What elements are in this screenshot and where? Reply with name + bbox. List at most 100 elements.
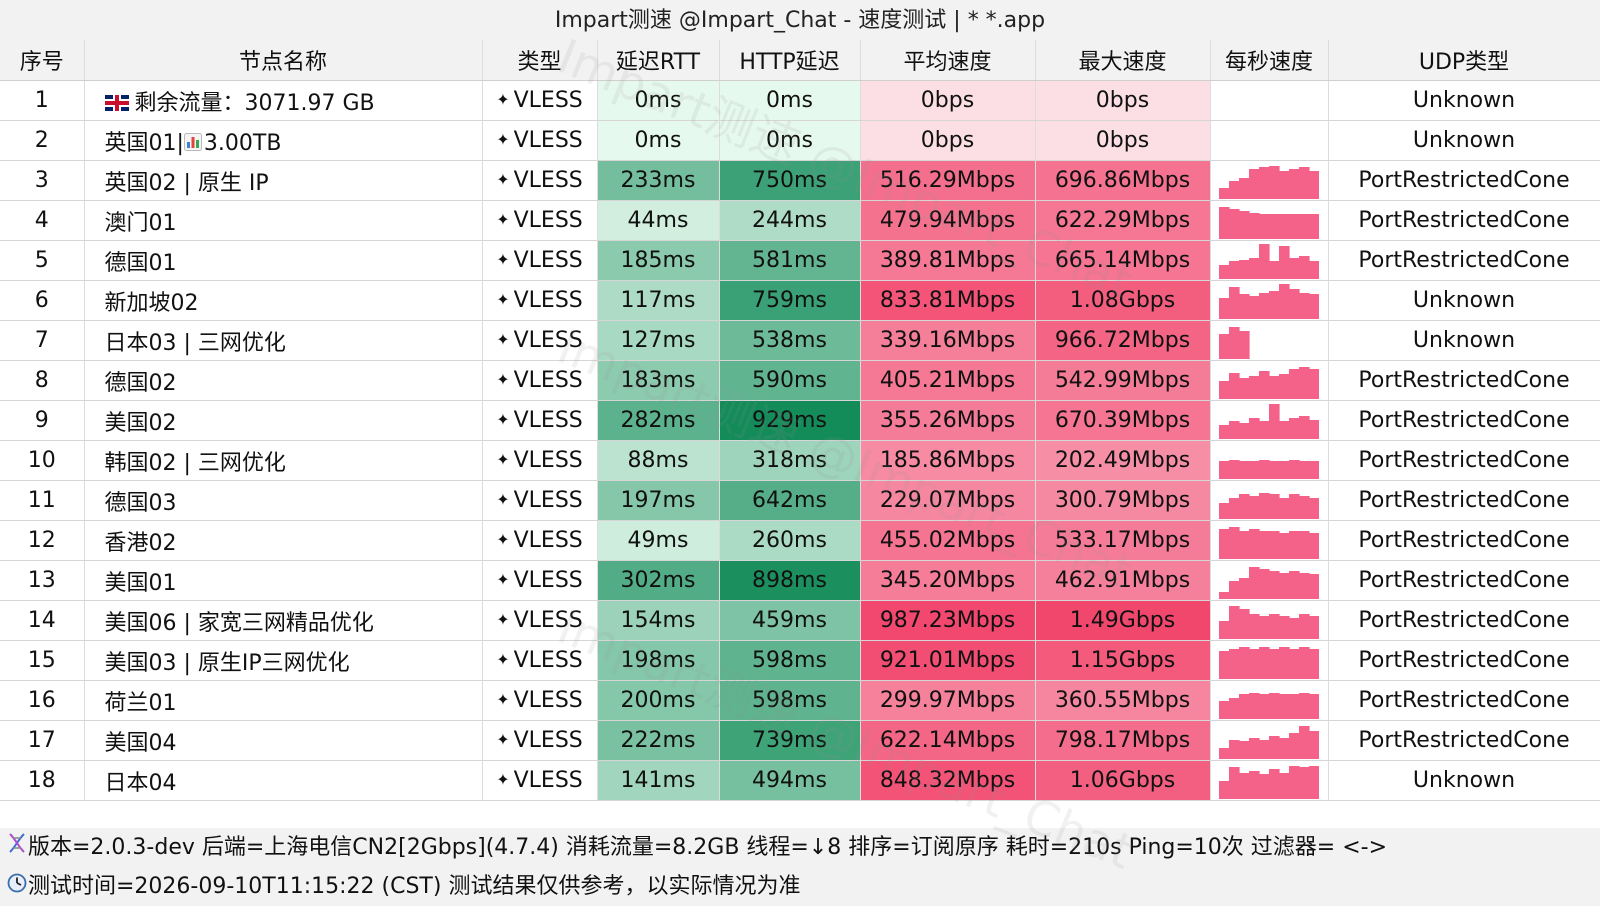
http-latency-value: 260ms [719, 520, 861, 561]
sparkline-bar [1279, 461, 1290, 479]
rtt-value: 0ms [597, 80, 720, 121]
sparkline-bar [1249, 649, 1260, 679]
node-name-text: 美国03 | 原生IP三网优化 [104, 650, 350, 676]
sparkline-bar [1219, 381, 1230, 399]
table-row[interactable]: 9 美国02 ✦ VLESS 282ms 929ms 355.26Mbps 670.39Mbp… [0, 400, 1600, 441]
http-latency-value: 598ms [719, 640, 861, 681]
rtt-value: 88ms [597, 440, 720, 481]
speed-sparkline [1219, 493, 1319, 519]
table-row[interactable]: 10 韩国02 | 三网优化 ✦ VLESS 88ms 318ms 185.86Mbps 20… [0, 440, 1600, 481]
sparkline-bar [1229, 460, 1240, 479]
speed-sparkline [1219, 460, 1319, 479]
sparkline-bar [1289, 460, 1300, 479]
sparkline-bar [1239, 294, 1250, 319]
sparkline-bar [1279, 284, 1290, 319]
table-row[interactable]: 5 德国01 ✦ VLESS 185ms 581ms 389.81Mbps 665.14Mbp… [0, 240, 1600, 281]
avg-speed-value: 0bps [860, 80, 1036, 121]
row-index: 2 [0, 120, 85, 161]
rtt-value: 233ms [597, 160, 720, 201]
table-row[interactable]: 3 英国02 | 原生 IP ✦ VLESS 233ms 750ms 516.29Mbps 6… [0, 160, 1600, 201]
rtt-value: 197ms [597, 480, 720, 521]
sparkline-bar [1269, 404, 1280, 439]
header-max-speed[interactable]: 最大速度 [1035, 40, 1211, 81]
protocol-icon: ✦ [496, 570, 510, 589]
protocol-type: ✦ VLESS [482, 520, 598, 561]
protocol-type: ✦ VLESS [482, 80, 598, 121]
sparkline-bar [1259, 647, 1270, 679]
max-speed-value: 300.79Mbps [1035, 480, 1211, 521]
speed-sparkline [1219, 726, 1319, 759]
table-row[interactable]: 8 德国02 ✦ VLESS 183ms 590ms 405.21Mbps 542.99Mbp… [0, 360, 1600, 401]
protocol-type: ✦ VLESS [482, 640, 598, 681]
header-udp-type[interactable]: UDP类型 [1328, 40, 1600, 81]
sparkline-bar [1269, 649, 1280, 679]
node-name: 德国02 [84, 360, 483, 401]
udp-type-value: PortRestrictedCone [1328, 600, 1600, 641]
table-row[interactable]: 2 英国01| 3.00TB ✦ VLESS 0ms 0ms 0bps 0bps Unknown [0, 120, 1600, 161]
avg-speed-value: 921.01Mbps [860, 640, 1036, 681]
protocol-icon: ✦ [496, 530, 510, 549]
max-speed-value: 1.15Gbps [1035, 640, 1211, 681]
sparkline-bar [1239, 211, 1250, 239]
protocol-type: ✦ VLESS [482, 240, 598, 281]
footer-info-line: 版本=2.0.3-dev 后端=上海电信CN2[2Gbps](4.7.4) 消耗… [0, 828, 1600, 867]
sparkline-bar [1309, 649, 1319, 679]
row-index: 6 [0, 280, 85, 321]
per-second-speed [1210, 760, 1329, 801]
sparkline-bar [1249, 376, 1260, 399]
header-type[interactable]: 类型 [482, 40, 598, 81]
table-row[interactable]: 1 剩余流量：3071.97 GB ✦ VLESS 0ms 0ms 0bps 0bps Unkn… [0, 80, 1600, 121]
speed-sparkline [1219, 567, 1319, 599]
protocol-label: VLESS [513, 768, 583, 793]
per-second-speed [1210, 400, 1329, 441]
header-node-name[interactable]: 节点名称 [84, 40, 483, 81]
avg-speed-value: 479.94Mbps [860, 200, 1036, 241]
header-index[interactable]: 序号 [0, 40, 85, 81]
max-speed-value: 0bps [1035, 120, 1211, 161]
sparkline-bar [1309, 369, 1319, 399]
table-row[interactable]: 4 澳门01 ✦ VLESS 44ms 244ms 479.94Mbps 622.29Mbps… [0, 200, 1600, 241]
table-row[interactable]: 12 香港02 ✦ VLESS 49ms 260ms 455.02Mbps 533.17Mbp… [0, 520, 1600, 561]
rtt-value: 117ms [597, 280, 720, 321]
sparkline-bar [1279, 773, 1290, 799]
row-index: 18 [0, 760, 85, 801]
table-row[interactable]: 15 美国03 | 原生IP三网优化 ✦ VLESS 198ms 598ms 921.01M… [0, 640, 1600, 681]
protocol-label: VLESS [513, 728, 583, 753]
sparkline-bar [1239, 331, 1250, 359]
sparkline-bar [1289, 531, 1300, 559]
protocol-icon: ✦ [496, 330, 510, 349]
speed-sparkline [1219, 404, 1319, 439]
table-row[interactable]: 7 日本03 | 三网优化 ✦ VLESS 127ms 538ms 339.16Mbps 96… [0, 320, 1600, 361]
sparkline-bar [1239, 423, 1250, 439]
rtt-value: 154ms [597, 600, 720, 641]
node-name-text: 德国02 [104, 370, 177, 396]
protocol-label: VLESS [513, 288, 583, 313]
header-rtt[interactable]: 延迟RTT [597, 40, 720, 81]
sparkline-bar [1219, 503, 1230, 519]
dna-icon [6, 828, 28, 867]
table-row[interactable]: 17 美国04 ✦ VLESS 222ms 739ms 622.14Mbps 798.17Mb… [0, 720, 1600, 761]
sparkline-bar [1279, 214, 1290, 239]
header-avg-speed[interactable]: 平均速度 [860, 40, 1036, 81]
udp-type-value: Unknown [1328, 760, 1600, 801]
table-row[interactable]: 14 美国06 | 家宽三网精品优化 ✦ VLESS 154ms 459ms 987.23M… [0, 600, 1600, 641]
table-row[interactable]: 18 日本04 ✦ VLESS 141ms 494ms 848.32Mbps 1.06Gbps… [0, 760, 1600, 801]
bar-chart-icon [183, 132, 202, 151]
table-row[interactable]: 13 美国01 ✦ VLESS 302ms 898ms 345.20Mbps 462.91Mb… [0, 560, 1600, 601]
sparkline-bar [1299, 647, 1310, 679]
header-http-latency[interactable]: HTTP延迟 [719, 40, 861, 81]
http-latency-value: 598ms [719, 680, 861, 721]
table-row[interactable]: 6 新加坡02 ✦ VLESS 117ms 759ms 833.81Mbps 1.08Gbps… [0, 280, 1600, 321]
protocol-type: ✦ VLESS [482, 480, 598, 521]
header-per-second-speed[interactable]: 每秒速度 [1210, 40, 1329, 81]
sparkline-bar [1309, 261, 1319, 279]
sparkline-bar [1239, 260, 1250, 279]
node-name-text: 美国04 [104, 730, 177, 756]
table-row[interactable]: 16 荷兰01 ✦ VLESS 200ms 598ms 299.97Mbps 360.55Mb… [0, 680, 1600, 721]
sparkline-bar [1229, 181, 1240, 199]
row-index: 9 [0, 400, 85, 441]
table-row[interactable]: 11 德国03 ✦ VLESS 197ms 642ms 229.07Mbps 300.79Mb… [0, 480, 1600, 521]
udp-type-value: PortRestrictedCone [1328, 720, 1600, 761]
sparkline-bar [1279, 573, 1290, 599]
sparkline-bar [1259, 531, 1270, 559]
